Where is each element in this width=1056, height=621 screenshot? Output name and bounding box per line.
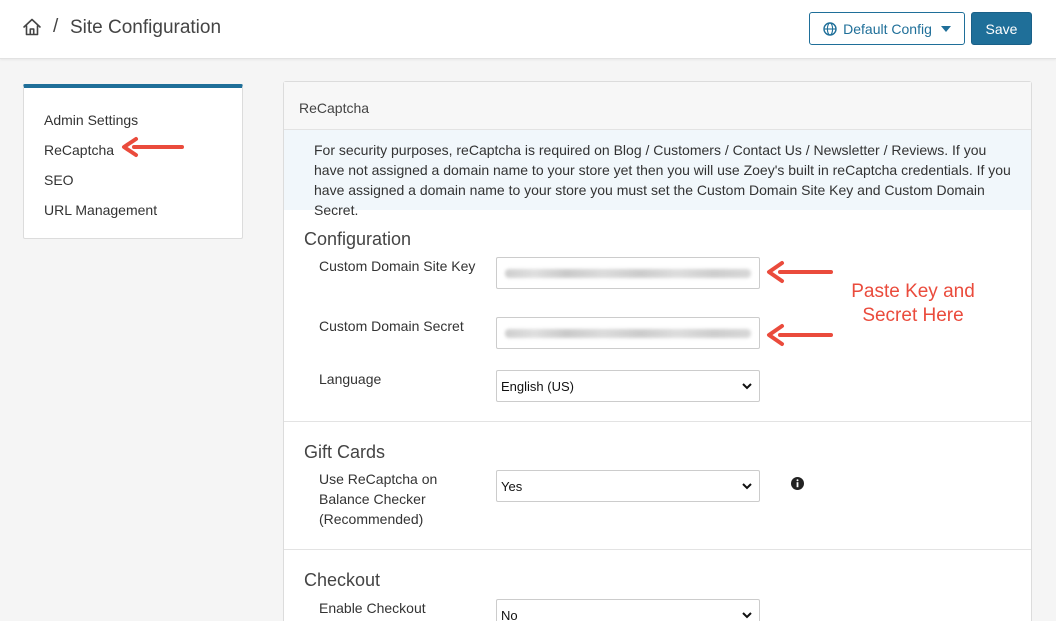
- top-bar: / Site Configuration Default Config Save: [0, 0, 1056, 59]
- sidebar: Admin Settings ReCaptcha SEO URL Managem…: [23, 84, 243, 239]
- sidebar-item-url-management[interactable]: URL Management: [44, 202, 157, 218]
- caret-down-icon: [940, 25, 951, 32]
- chevron-down-icon: [742, 612, 752, 619]
- site-key-label: Custom Domain Site Key: [319, 258, 476, 274]
- default-config-label: Default Config: [843, 20, 932, 37]
- section-title-configuration: Configuration: [304, 229, 412, 249]
- annotation-arrow-site-key: [767, 261, 833, 283]
- language-select-value: English (US): [501, 378, 574, 394]
- info-message: For security purposes, reCaptcha is requ…: [284, 130, 1031, 218]
- recaptcha-panel: ReCaptcha For security purposes, reCaptc…: [283, 81, 1032, 621]
- language-label: Language: [319, 371, 382, 387]
- annotation-arrow-secret: [767, 324, 833, 346]
- chevron-down-icon: [742, 383, 752, 390]
- info-icon[interactable]: [790, 476, 805, 491]
- breadcrumb-separator: /: [53, 16, 59, 37]
- save-button[interactable]: Save: [971, 12, 1032, 45]
- globe-icon: [823, 21, 837, 36]
- secret-value-redacted: [505, 329, 751, 338]
- section-title-checkout: Checkout: [304, 570, 381, 590]
- sidebar-item-admin-settings[interactable]: Admin Settings: [44, 112, 138, 128]
- annotation-text: Paste Key and Secret Here: [845, 280, 981, 328]
- enable-checkout-select[interactable]: No: [496, 599, 760, 621]
- secret-input[interactable]: [496, 317, 760, 349]
- annotation-line-2: Secret Here: [862, 305, 964, 326]
- site-key-value-redacted: [505, 269, 751, 278]
- panel-title: ReCaptcha: [284, 82, 1031, 130]
- language-select[interactable]: English (US): [496, 370, 760, 402]
- home-icon[interactable]: [22, 17, 42, 37]
- section-divider: [284, 549, 1031, 550]
- enable-checkout-label: Enable Checkout: [319, 600, 426, 616]
- balance-checker-select[interactable]: Yes: [496, 470, 760, 502]
- sidebar-item-recaptcha[interactable]: ReCaptcha: [44, 142, 114, 158]
- annotation-line-1: Paste Key and: [851, 281, 975, 302]
- enable-checkout-select-value: No: [501, 607, 518, 621]
- section-title-gift-cards: Gift Cards: [304, 442, 386, 462]
- annotation-arrow-sidebar: [122, 137, 184, 157]
- sidebar-item-seo[interactable]: SEO: [44, 172, 74, 188]
- site-key-input[interactable]: [496, 257, 760, 289]
- balance-checker-label: Use ReCaptcha on Balance Checker (Recomm…: [319, 471, 438, 527]
- default-config-button[interactable]: Default Config: [809, 12, 965, 45]
- chevron-down-icon: [742, 483, 752, 490]
- page-title: Site Configuration: [70, 17, 222, 38]
- section-divider: [284, 421, 1031, 422]
- balance-checker-select-value: Yes: [501, 478, 523, 494]
- secret-label: Custom Domain Secret: [319, 318, 464, 334]
